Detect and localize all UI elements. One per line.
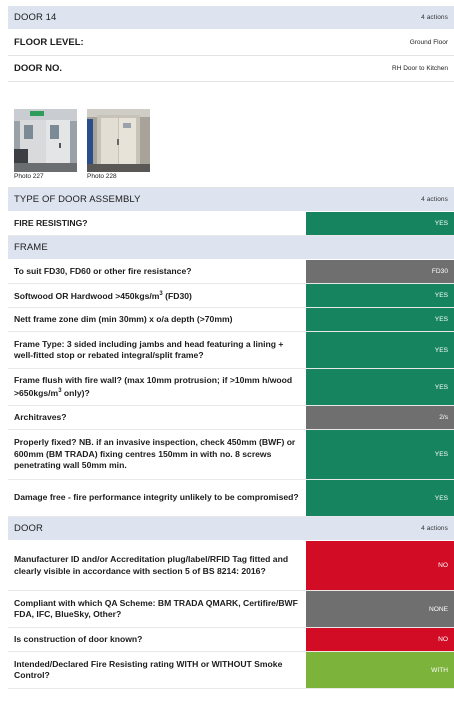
question-row: Nett frame zone dim (min 30mm) x o/a dep… xyxy=(8,308,454,332)
question-row: To suit FD30, FD60 or other fire resista… xyxy=(8,260,454,284)
door-photo-thumbnail[interactable] xyxy=(87,109,150,172)
question-row: Intended/Declared Fire Resisting rating … xyxy=(8,652,454,689)
section-title: DOOR 14 xyxy=(14,12,57,23)
answer-badge[interactable]: NONE xyxy=(306,591,454,627)
answer-badge[interactable]: YES xyxy=(306,480,454,516)
question-text: Architraves? xyxy=(14,411,67,422)
actions-count[interactable]: 4 actions xyxy=(421,196,448,203)
section-header-door-14: DOOR 14 4 actions xyxy=(8,6,454,30)
actions-count[interactable]: 4 actions xyxy=(421,525,448,532)
question-text: Manufacturer ID and/or Accreditation plu… xyxy=(14,554,289,576)
photo-item[interactable]: Photo 227 xyxy=(14,88,77,187)
question-row: Manufacturer ID and/or Accreditation plu… xyxy=(8,541,454,591)
question-row: Softwood OR Hardwood >450kgs/m3 (FD30) Y… xyxy=(8,284,454,308)
question-row: Frame flush with fire wall? (max 10mm pr… xyxy=(8,369,454,406)
door-photo-thumbnail[interactable] xyxy=(14,109,77,172)
door-no-value: RH Door to Kitchen xyxy=(392,65,448,72)
question-text: Softwood OR Hardwood >450kgs/m3 (FD30) xyxy=(8,284,306,307)
answer-badge[interactable]: YES xyxy=(306,430,454,479)
question-text: Frame flush with fire wall? (max 10mm pr… xyxy=(8,369,306,405)
question-text: Nett frame zone dim (min 30mm) x o/a dep… xyxy=(14,313,233,324)
actions-count[interactable]: 4 actions xyxy=(421,14,448,21)
section-title: TYPE OF DOOR ASSEMBLY xyxy=(14,194,141,205)
answer-badge[interactable]: NO xyxy=(306,541,454,590)
door-no-row: DOOR NO. RH Door to Kitchen xyxy=(8,56,454,82)
photo-item[interactable]: Photo 228 xyxy=(87,88,150,187)
section-header-door: DOOR 4 actions xyxy=(8,517,454,541)
door-survey-form: DOOR 14 4 actions FLOOR LEVEL: Ground Fl… xyxy=(8,6,454,689)
question-label: Softwood OR Hardwood >450kgs/m3 (FD30) xyxy=(14,290,192,301)
answer-badge[interactable]: WITH xyxy=(306,652,454,688)
section-header-door-assembly: TYPE OF DOOR ASSEMBLY 4 actions xyxy=(8,188,454,212)
question-text: Frame Type: 3 sided including jambs and … xyxy=(14,338,284,360)
floor-level-value: Ground Floor xyxy=(409,39,448,46)
door-no-label: DOOR NO. xyxy=(14,63,63,74)
answer-badge[interactable]: YES xyxy=(306,308,454,331)
answer-badge[interactable]: FD30 xyxy=(306,260,454,283)
answer-badge[interactable]: YES xyxy=(306,369,454,405)
question-text: To suit FD30, FD60 or other fire resista… xyxy=(14,265,192,276)
photo-caption: Photo 228 xyxy=(87,173,117,180)
question-row: Frame Type: 3 sided including jambs and … xyxy=(8,332,454,369)
section-title: FRAME xyxy=(14,242,48,253)
floor-level-label: FLOOR LEVEL: xyxy=(14,37,84,48)
question-text: Intended/Declared Fire Resisting rating … xyxy=(14,658,283,680)
question-row: Damage free - fire performance integrity… xyxy=(8,480,454,517)
answer-badge[interactable]: YES xyxy=(306,332,454,368)
question-row-fire-resisting: FIRE RESISTING? YES xyxy=(8,212,454,236)
answer-badge[interactable]: YES xyxy=(306,284,454,307)
question-label: Frame flush with fire wall? (max 10mm pr… xyxy=(14,374,293,398)
question-text: FIRE RESISTING? xyxy=(14,217,88,228)
photo-caption: Photo 227 xyxy=(14,173,44,180)
question-text: Properly fixed? NB. if an invasive inspe… xyxy=(14,437,296,471)
section-title: DOOR xyxy=(14,523,43,534)
answer-badge[interactable]: NO xyxy=(306,628,454,651)
question-row: Architraves? 2/s xyxy=(8,406,454,430)
question-row: Is construction of door known? NO xyxy=(8,628,454,652)
photo-gallery: Photo 227 Photo 228 xyxy=(8,82,454,188)
answer-badge[interactable]: 2/s xyxy=(306,406,454,429)
question-row: Compliant with which QA Scheme: BM TRADA… xyxy=(8,591,454,628)
question-text: Is construction of door known? xyxy=(14,633,143,644)
question-row: Properly fixed? NB. if an invasive inspe… xyxy=(8,430,454,480)
answer-badge[interactable]: YES xyxy=(306,212,454,235)
floor-level-row: FLOOR LEVEL: Ground Floor xyxy=(8,30,454,56)
question-text: Compliant with which QA Scheme: BM TRADA… xyxy=(14,597,298,619)
section-header-frame: FRAME xyxy=(8,236,454,260)
question-text: Damage free - fire performance integrity… xyxy=(14,492,299,503)
